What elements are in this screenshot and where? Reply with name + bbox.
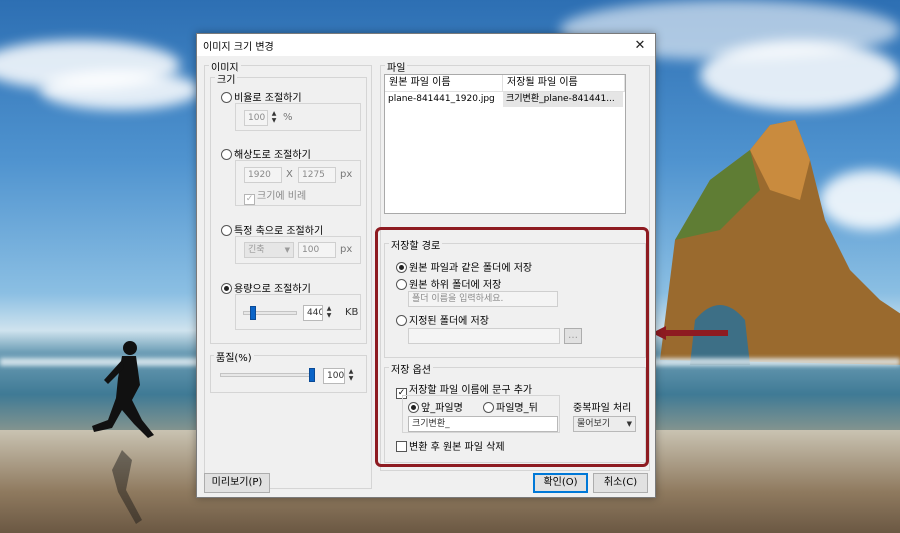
column-header-saved[interactable]: 저장될 파일 이름: [503, 75, 625, 91]
dialog-title: 이미지 크기 변경: [203, 41, 274, 53]
annotation-arrow: [652, 326, 728, 340]
runner-silhouette: [92, 341, 154, 524]
axis-radio[interactable]: [221, 225, 232, 236]
capacity-unit: KB: [345, 307, 359, 318]
capacity-spinner[interactable]: ▲ ▼: [324, 305, 334, 321]
spin-up-icon[interactable]: ▲: [269, 110, 279, 117]
resolution-option[interactable]: 해상도로 조절하기: [221, 146, 311, 161]
quality-label: 품질(%): [214, 349, 254, 364]
spin-down-icon[interactable]: ▼: [324, 312, 334, 319]
ratio-input[interactable]: 100: [244, 110, 268, 126]
file-list-header: 원본 파일 이름 저장될 파일 이름: [385, 75, 625, 92]
keep-ratio-option[interactable]: ✓ 크기에 비례: [244, 187, 306, 205]
ratio-spinner[interactable]: ▲ ▼: [269, 110, 279, 126]
cloud: [40, 70, 200, 110]
size-group-label: 크기: [215, 71, 238, 86]
keep-ratio-checkbox[interactable]: ✓: [244, 194, 255, 205]
column-header-original[interactable]: 원본 파일 이름: [385, 75, 503, 91]
axis-select[interactable]: 긴축 ▼: [244, 242, 294, 258]
table-row[interactable]: plane-841441_1920.jpg 크기변환_plane-841441.…: [385, 92, 625, 107]
resolution-unit: px: [340, 169, 353, 180]
highlight-box: [375, 227, 649, 467]
original-file-name: plane-841441_1920.jpg: [388, 94, 495, 104]
preview-button[interactable]: 미리보기(P): [204, 473, 270, 493]
ratio-unit: %: [283, 112, 293, 123]
quality-spinner[interactable]: ▲ ▼: [346, 368, 356, 384]
quality-slider-thumb[interactable]: [309, 368, 315, 382]
saved-file-name: 크기변환_plane-841441...: [503, 92, 623, 107]
spin-down-icon[interactable]: ▼: [269, 117, 279, 124]
cancel-button[interactable]: 취소(C): [593, 473, 648, 493]
capacity-radio[interactable]: [221, 283, 232, 294]
axis-select-value: 긴축: [248, 245, 265, 255]
capacity-option[interactable]: 용량으로 조절하기: [221, 280, 311, 295]
quality-slider-track[interactable]: [220, 373, 315, 377]
axis-option[interactable]: 특정 축으로 조절하기: [221, 222, 323, 237]
height-input[interactable]: 1275: [298, 167, 336, 183]
spin-up-icon[interactable]: ▲: [346, 368, 356, 375]
ok-button[interactable]: 확인(O): [533, 473, 588, 493]
spin-down-icon[interactable]: ▼: [346, 375, 356, 382]
chevron-down-icon: ▼: [284, 246, 290, 254]
axis-value-input[interactable]: 100: [298, 242, 336, 258]
ratio-radio[interactable]: [221, 92, 232, 103]
axis-unit: px: [340, 244, 353, 255]
close-button[interactable]: ✕: [625, 34, 655, 56]
file-list[interactable]: 원본 파일 이름 저장될 파일 이름 plane-841441_1920.jpg…: [384, 74, 626, 214]
ratio-option[interactable]: 비율로 조절하기: [221, 89, 302, 104]
title-bar: 이미지 크기 변경 ✕: [197, 34, 655, 56]
keep-ratio-label: 크기에 비례: [257, 191, 307, 202]
capacity-input[interactable]: 440: [303, 305, 323, 321]
width-input[interactable]: 1920: [244, 167, 282, 183]
spin-up-icon[interactable]: ▲: [324, 305, 334, 312]
cloud: [700, 40, 900, 110]
file-group-label: 파일: [385, 59, 408, 74]
times-label: X: [286, 169, 293, 180]
resolution-radio[interactable]: [221, 149, 232, 160]
capacity-slider-thumb[interactable]: [250, 306, 257, 320]
quality-input[interactable]: 100: [323, 368, 345, 384]
